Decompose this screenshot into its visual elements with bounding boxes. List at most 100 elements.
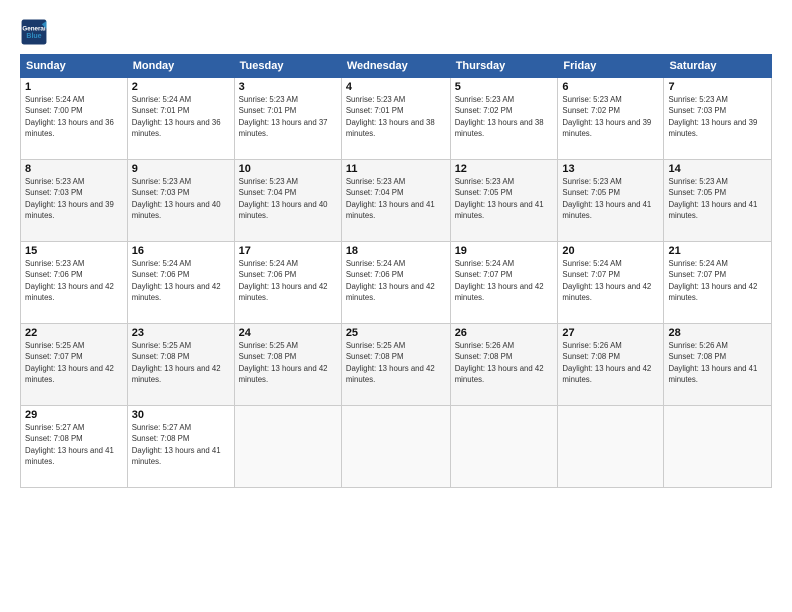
svg-text:General: General bbox=[22, 25, 45, 32]
day-number: 3 bbox=[239, 81, 337, 93]
col-header-saturday: Saturday bbox=[664, 55, 772, 78]
day-info: Sunrise: 5:23 AMSunset: 7:05 PMDaylight:… bbox=[668, 176, 767, 221]
calendar-cell: 4Sunrise: 5:23 AMSunset: 7:01 PMDaylight… bbox=[341, 78, 450, 160]
day-info: Sunrise: 5:27 AMSunset: 7:08 PMDaylight:… bbox=[25, 422, 123, 467]
day-number: 20 bbox=[562, 245, 659, 257]
day-number: 16 bbox=[132, 245, 230, 257]
day-number: 23 bbox=[132, 327, 230, 339]
col-header-wednesday: Wednesday bbox=[341, 55, 450, 78]
calendar-cell: 3Sunrise: 5:23 AMSunset: 7:01 PMDaylight… bbox=[234, 78, 341, 160]
day-info: Sunrise: 5:23 AMSunset: 7:05 PMDaylight:… bbox=[562, 176, 659, 221]
day-number: 10 bbox=[239, 163, 337, 175]
day-info: Sunrise: 5:27 AMSunset: 7:08 PMDaylight:… bbox=[132, 422, 230, 467]
day-info: Sunrise: 5:25 AMSunset: 7:08 PMDaylight:… bbox=[239, 340, 337, 385]
calendar-cell: 20Sunrise: 5:24 AMSunset: 7:07 PMDayligh… bbox=[558, 242, 664, 324]
day-info: Sunrise: 5:25 AMSunset: 7:08 PMDaylight:… bbox=[132, 340, 230, 385]
day-info: Sunrise: 5:24 AMSunset: 7:00 PMDaylight:… bbox=[25, 94, 123, 139]
col-header-thursday: Thursday bbox=[450, 55, 558, 78]
day-number: 19 bbox=[455, 245, 554, 257]
day-info: Sunrise: 5:23 AMSunset: 7:05 PMDaylight:… bbox=[455, 176, 554, 221]
calendar-cell: 23Sunrise: 5:25 AMSunset: 7:08 PMDayligh… bbox=[127, 324, 234, 406]
day-info: Sunrise: 5:23 AMSunset: 7:06 PMDaylight:… bbox=[25, 258, 123, 303]
calendar-cell: 10Sunrise: 5:23 AMSunset: 7:04 PMDayligh… bbox=[234, 160, 341, 242]
day-info: Sunrise: 5:23 AMSunset: 7:03 PMDaylight:… bbox=[25, 176, 123, 221]
calendar-cell: 14Sunrise: 5:23 AMSunset: 7:05 PMDayligh… bbox=[664, 160, 772, 242]
day-info: Sunrise: 5:23 AMSunset: 7:03 PMDaylight:… bbox=[132, 176, 230, 221]
col-header-monday: Monday bbox=[127, 55, 234, 78]
day-number: 4 bbox=[346, 81, 446, 93]
calendar-cell bbox=[450, 406, 558, 488]
calendar-cell: 30Sunrise: 5:27 AMSunset: 7:08 PMDayligh… bbox=[127, 406, 234, 488]
day-number: 6 bbox=[562, 81, 659, 93]
day-number: 5 bbox=[455, 81, 554, 93]
calendar-cell: 26Sunrise: 5:26 AMSunset: 7:08 PMDayligh… bbox=[450, 324, 558, 406]
day-info: Sunrise: 5:24 AMSunset: 7:07 PMDaylight:… bbox=[668, 258, 767, 303]
day-info: Sunrise: 5:24 AMSunset: 7:06 PMDaylight:… bbox=[132, 258, 230, 303]
day-info: Sunrise: 5:25 AMSunset: 7:07 PMDaylight:… bbox=[25, 340, 123, 385]
day-info: Sunrise: 5:23 AMSunset: 7:01 PMDaylight:… bbox=[239, 94, 337, 139]
calendar-cell: 8Sunrise: 5:23 AMSunset: 7:03 PMDaylight… bbox=[21, 160, 128, 242]
calendar-cell: 22Sunrise: 5:25 AMSunset: 7:07 PMDayligh… bbox=[21, 324, 128, 406]
day-number: 28 bbox=[668, 327, 767, 339]
day-info: Sunrise: 5:24 AMSunset: 7:07 PMDaylight:… bbox=[455, 258, 554, 303]
day-number: 26 bbox=[455, 327, 554, 339]
day-info: Sunrise: 5:24 AMSunset: 7:06 PMDaylight:… bbox=[239, 258, 337, 303]
col-header-friday: Friday bbox=[558, 55, 664, 78]
calendar-cell: 11Sunrise: 5:23 AMSunset: 7:04 PMDayligh… bbox=[341, 160, 450, 242]
day-number: 24 bbox=[239, 327, 337, 339]
day-info: Sunrise: 5:23 AMSunset: 7:02 PMDaylight:… bbox=[562, 94, 659, 139]
calendar-cell: 16Sunrise: 5:24 AMSunset: 7:06 PMDayligh… bbox=[127, 242, 234, 324]
calendar-cell: 12Sunrise: 5:23 AMSunset: 7:05 PMDayligh… bbox=[450, 160, 558, 242]
calendar-cell: 19Sunrise: 5:24 AMSunset: 7:07 PMDayligh… bbox=[450, 242, 558, 324]
calendar-cell: 7Sunrise: 5:23 AMSunset: 7:03 PMDaylight… bbox=[664, 78, 772, 160]
day-info: Sunrise: 5:23 AMSunset: 7:01 PMDaylight:… bbox=[346, 94, 446, 139]
day-info: Sunrise: 5:24 AMSunset: 7:06 PMDaylight:… bbox=[346, 258, 446, 303]
calendar-cell bbox=[341, 406, 450, 488]
day-number: 29 bbox=[25, 409, 123, 421]
col-header-tuesday: Tuesday bbox=[234, 55, 341, 78]
day-number: 8 bbox=[25, 163, 123, 175]
calendar-cell: 1Sunrise: 5:24 AMSunset: 7:00 PMDaylight… bbox=[21, 78, 128, 160]
day-info: Sunrise: 5:23 AMSunset: 7:02 PMDaylight:… bbox=[455, 94, 554, 139]
day-number: 1 bbox=[25, 81, 123, 93]
calendar-cell: 5Sunrise: 5:23 AMSunset: 7:02 PMDaylight… bbox=[450, 78, 558, 160]
day-info: Sunrise: 5:26 AMSunset: 7:08 PMDaylight:… bbox=[562, 340, 659, 385]
day-number: 11 bbox=[346, 163, 446, 175]
day-number: 15 bbox=[25, 245, 123, 257]
day-number: 13 bbox=[562, 163, 659, 175]
calendar-table: SundayMondayTuesdayWednesdayThursdayFrid… bbox=[20, 54, 772, 488]
day-number: 27 bbox=[562, 327, 659, 339]
calendar-cell: 28Sunrise: 5:26 AMSunset: 7:08 PMDayligh… bbox=[664, 324, 772, 406]
calendar-cell: 21Sunrise: 5:24 AMSunset: 7:07 PMDayligh… bbox=[664, 242, 772, 324]
day-info: Sunrise: 5:23 AMSunset: 7:04 PMDaylight:… bbox=[239, 176, 337, 221]
day-number: 14 bbox=[668, 163, 767, 175]
calendar-cell: 17Sunrise: 5:24 AMSunset: 7:06 PMDayligh… bbox=[234, 242, 341, 324]
calendar-cell bbox=[558, 406, 664, 488]
day-number: 12 bbox=[455, 163, 554, 175]
col-header-sunday: Sunday bbox=[21, 55, 128, 78]
calendar-cell bbox=[234, 406, 341, 488]
calendar-cell: 18Sunrise: 5:24 AMSunset: 7:06 PMDayligh… bbox=[341, 242, 450, 324]
calendar-cell: 13Sunrise: 5:23 AMSunset: 7:05 PMDayligh… bbox=[558, 160, 664, 242]
day-number: 9 bbox=[132, 163, 230, 175]
day-info: Sunrise: 5:26 AMSunset: 7:08 PMDaylight:… bbox=[455, 340, 554, 385]
calendar-cell: 29Sunrise: 5:27 AMSunset: 7:08 PMDayligh… bbox=[21, 406, 128, 488]
logo-icon: General Blue bbox=[20, 18, 48, 46]
svg-text:Blue: Blue bbox=[26, 33, 41, 40]
day-info: Sunrise: 5:23 AMSunset: 7:03 PMDaylight:… bbox=[668, 94, 767, 139]
day-number: 22 bbox=[25, 327, 123, 339]
calendar-cell: 27Sunrise: 5:26 AMSunset: 7:08 PMDayligh… bbox=[558, 324, 664, 406]
day-number: 30 bbox=[132, 409, 230, 421]
day-number: 7 bbox=[668, 81, 767, 93]
day-number: 2 bbox=[132, 81, 230, 93]
calendar-cell: 9Sunrise: 5:23 AMSunset: 7:03 PMDaylight… bbox=[127, 160, 234, 242]
calendar-cell bbox=[664, 406, 772, 488]
day-info: Sunrise: 5:23 AMSunset: 7:04 PMDaylight:… bbox=[346, 176, 446, 221]
day-info: Sunrise: 5:24 AMSunset: 7:07 PMDaylight:… bbox=[562, 258, 659, 303]
calendar-cell: 6Sunrise: 5:23 AMSunset: 7:02 PMDaylight… bbox=[558, 78, 664, 160]
calendar-cell: 25Sunrise: 5:25 AMSunset: 7:08 PMDayligh… bbox=[341, 324, 450, 406]
day-number: 25 bbox=[346, 327, 446, 339]
day-info: Sunrise: 5:25 AMSunset: 7:08 PMDaylight:… bbox=[346, 340, 446, 385]
day-number: 21 bbox=[668, 245, 767, 257]
day-info: Sunrise: 5:26 AMSunset: 7:08 PMDaylight:… bbox=[668, 340, 767, 385]
